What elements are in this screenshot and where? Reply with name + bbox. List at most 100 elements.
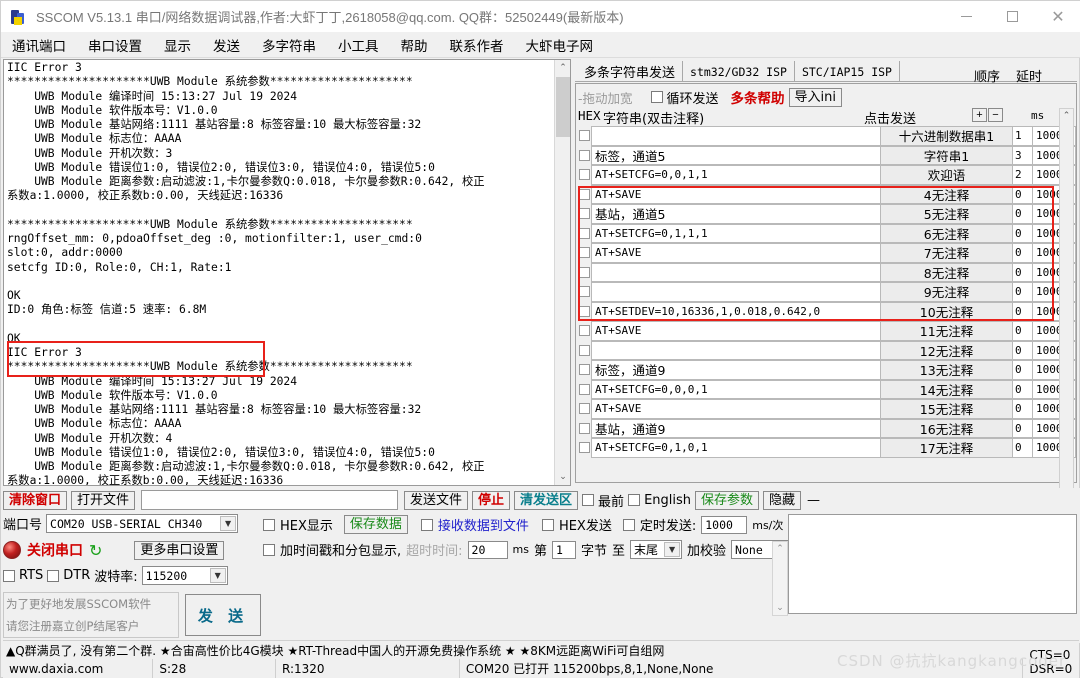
send-area-scrollbar[interactable]: ⌃ ⌄	[772, 541, 788, 616]
menu-item-daxia-website[interactable]: 大虾电子网	[515, 33, 605, 57]
row-note-11[interactable]: 12无注释	[880, 341, 1013, 361]
row-note-4[interactable]: 5无注释	[880, 204, 1013, 224]
row-order-1[interactable]: 3	[1012, 146, 1033, 166]
row-order-7[interactable]: 0	[1012, 263, 1033, 283]
scroll-down-icon[interactable]: ⌄	[555, 469, 571, 485]
hex-send-checkbox[interactable]	[542, 519, 554, 531]
more-serial-settings-button[interactable]: 更多串口设置	[134, 541, 224, 560]
row-checkbox-13[interactable]	[576, 380, 592, 400]
row-note-5[interactable]: 6无注释	[880, 224, 1013, 244]
row-order-10[interactable]: 0	[1012, 321, 1033, 341]
rts-checkbox[interactable]	[3, 570, 15, 582]
open-file-button[interactable]: 打开文件	[71, 491, 135, 510]
row-note-6[interactable]: 7无注释	[880, 243, 1013, 263]
topmost-label[interactable]: 最前	[598, 491, 624, 510]
baud-select[interactable]: 115200 ▼	[142, 566, 228, 585]
english-label[interactable]: English	[644, 493, 691, 508]
table-row[interactable]: AT+SETCFG=0,1,0,1 17无注释 0 1000	[576, 438, 1076, 458]
timeout-input[interactable]: 20	[468, 541, 508, 559]
row-command-16[interactable]: AT+SETCFG=0,1,0,1	[591, 438, 881, 458]
row-checkbox-15[interactable]	[576, 419, 592, 439]
table-row[interactable]: AT+SAVE 7无注释 0 1000	[576, 243, 1076, 263]
table-row[interactable]: 十六进制数据串1 1 1000	[576, 126, 1076, 146]
command-list-scrollbar[interactable]: ⌃ ⌄	[1059, 108, 1074, 506]
row-checkbox-11[interactable]	[576, 341, 592, 361]
remove-row-button[interactable]: −	[988, 108, 1003, 122]
row-command-8[interactable]	[591, 282, 881, 302]
send-scroll-up-icon[interactable]: ⌃	[773, 542, 787, 556]
collapse-button[interactable]: —	[807, 493, 820, 508]
row-checkbox-7[interactable]	[576, 263, 592, 283]
timed-send-label[interactable]: 定时发送:	[640, 515, 696, 534]
row-order-13[interactable]: 0	[1012, 380, 1033, 400]
menu-item-multi-string[interactable]: 多字符串	[251, 33, 327, 57]
send-button[interactable]: 发 送	[185, 594, 261, 636]
timed-send-checkbox[interactable]	[623, 519, 635, 531]
timestamp-label[interactable]: 加时间戳和分包显示,	[280, 540, 401, 559]
loop-send-label[interactable]: 循环发送	[667, 88, 719, 107]
row-note-16[interactable]: 17无注释	[880, 438, 1013, 458]
table-row[interactable]: AT+SETCFG=0,0,0,1 14无注释 0 1000	[576, 380, 1076, 400]
send-file-button[interactable]: 发送文件	[404, 491, 468, 510]
send-text-area[interactable]: ⌃ ⌄	[788, 514, 1077, 614]
tab-stc-iap15-isp[interactable]: STC/IAP15 ISP	[795, 61, 900, 81]
stop-button[interactable]: 停止	[472, 491, 510, 510]
scrollbar-thumb[interactable]	[556, 77, 570, 137]
row-checkbox-3[interactable]	[576, 185, 592, 205]
row-command-10[interactable]: AT+SAVE	[591, 321, 881, 341]
row-command-12[interactable]: 标签，通道9	[591, 360, 881, 380]
row-checkbox-12[interactable]	[576, 360, 592, 380]
row-command-14[interactable]: AT+SAVE	[591, 399, 881, 419]
rts-label[interactable]: RTS	[19, 568, 43, 583]
hide-button[interactable]: 隐藏	[763, 491, 801, 510]
table-row[interactable]: 12无注释 0 1000	[576, 341, 1076, 361]
dtr-checkbox[interactable]	[47, 570, 59, 582]
row-order-11[interactable]: 0	[1012, 341, 1033, 361]
timestamp-checkbox[interactable]	[263, 544, 275, 556]
multi-help-button[interactable]: 多条帮助	[731, 87, 785, 107]
row-note-9[interactable]: 10无注释	[880, 302, 1013, 322]
row-checkbox-9[interactable]	[576, 302, 592, 322]
row-note-10[interactable]: 11无注释	[880, 321, 1013, 341]
save-params-button[interactable]: 保存参数	[695, 491, 759, 510]
command-list[interactable]: 十六进制数据串1 1 1000 标签，通道5 字符串1 3 1000 AT+SE…	[576, 126, 1076, 481]
terminal-scrollbar[interactable]: ⌃ ⌄	[554, 60, 570, 485]
row-note-14[interactable]: 15无注释	[880, 399, 1013, 419]
table-row[interactable]: 标签，通道9 13无注释 0 1000	[576, 360, 1076, 380]
row-command-4[interactable]: 基站，通道5	[591, 204, 881, 224]
table-row[interactable]: AT+SAVE 11无注释 0 1000	[576, 321, 1076, 341]
row-order-8[interactable]: 0	[1012, 282, 1033, 302]
row-checkbox-16[interactable]	[576, 438, 592, 458]
row-command-7[interactable]	[591, 263, 881, 283]
menu-item-tools[interactable]: 小工具	[327, 33, 390, 57]
clear-window-button[interactable]: 清除窗口	[3, 491, 67, 510]
terminal-output[interactable]: IIC Error 3 *********************UWB Mod…	[4, 60, 554, 485]
row-note-15[interactable]: 16无注释	[880, 419, 1013, 439]
add-row-button[interactable]: +	[972, 108, 987, 122]
row-order-16[interactable]: 0	[1012, 438, 1033, 458]
table-row[interactable]: AT+SETDEV=10,16336,1,0.018,0.642,0 10无注释…	[576, 302, 1076, 322]
menu-item-comm-port[interactable]: 通讯端口	[1, 33, 77, 57]
menu-item-contact-author[interactable]: 联系作者	[439, 33, 515, 57]
row-order-12[interactable]: 0	[1012, 360, 1033, 380]
table-row[interactable]: 9无注释 0 1000	[576, 282, 1076, 302]
row-checkbox-6[interactable]	[576, 243, 592, 263]
row-order-9[interactable]: 0	[1012, 302, 1033, 322]
chevron-down-icon[interactable]: ▼	[210, 568, 226, 583]
row-checkbox-2[interactable]	[576, 165, 592, 185]
menu-item-help[interactable]: 帮助	[390, 33, 439, 57]
row-note-3[interactable]: 4无注释	[880, 185, 1013, 205]
menu-item-send[interactable]: 发送	[202, 33, 251, 57]
row-command-9[interactable]: AT+SETDEV=10,16336,1,0.018,0.642,0	[591, 302, 881, 322]
row-command-6[interactable]: AT+SAVE	[591, 243, 881, 263]
scroll-up-icon[interactable]: ⌃	[555, 60, 571, 76]
table-row[interactable]: 8无注释 0 1000	[576, 263, 1076, 283]
import-ini-button[interactable]: 导入ini	[789, 88, 842, 107]
row-checkbox-0[interactable]	[576, 126, 592, 146]
drag-widen-hint[interactable]: -拖动加宽	[578, 88, 633, 107]
row-order-6[interactable]: 0	[1012, 243, 1033, 263]
row-command-1[interactable]: 标签，通道5	[591, 146, 881, 166]
table-row[interactable]: 基站，通道9 16无注释 0 1000	[576, 419, 1076, 439]
row-checkbox-4[interactable]	[576, 204, 592, 224]
maximize-button[interactable]	[989, 1, 1035, 32]
